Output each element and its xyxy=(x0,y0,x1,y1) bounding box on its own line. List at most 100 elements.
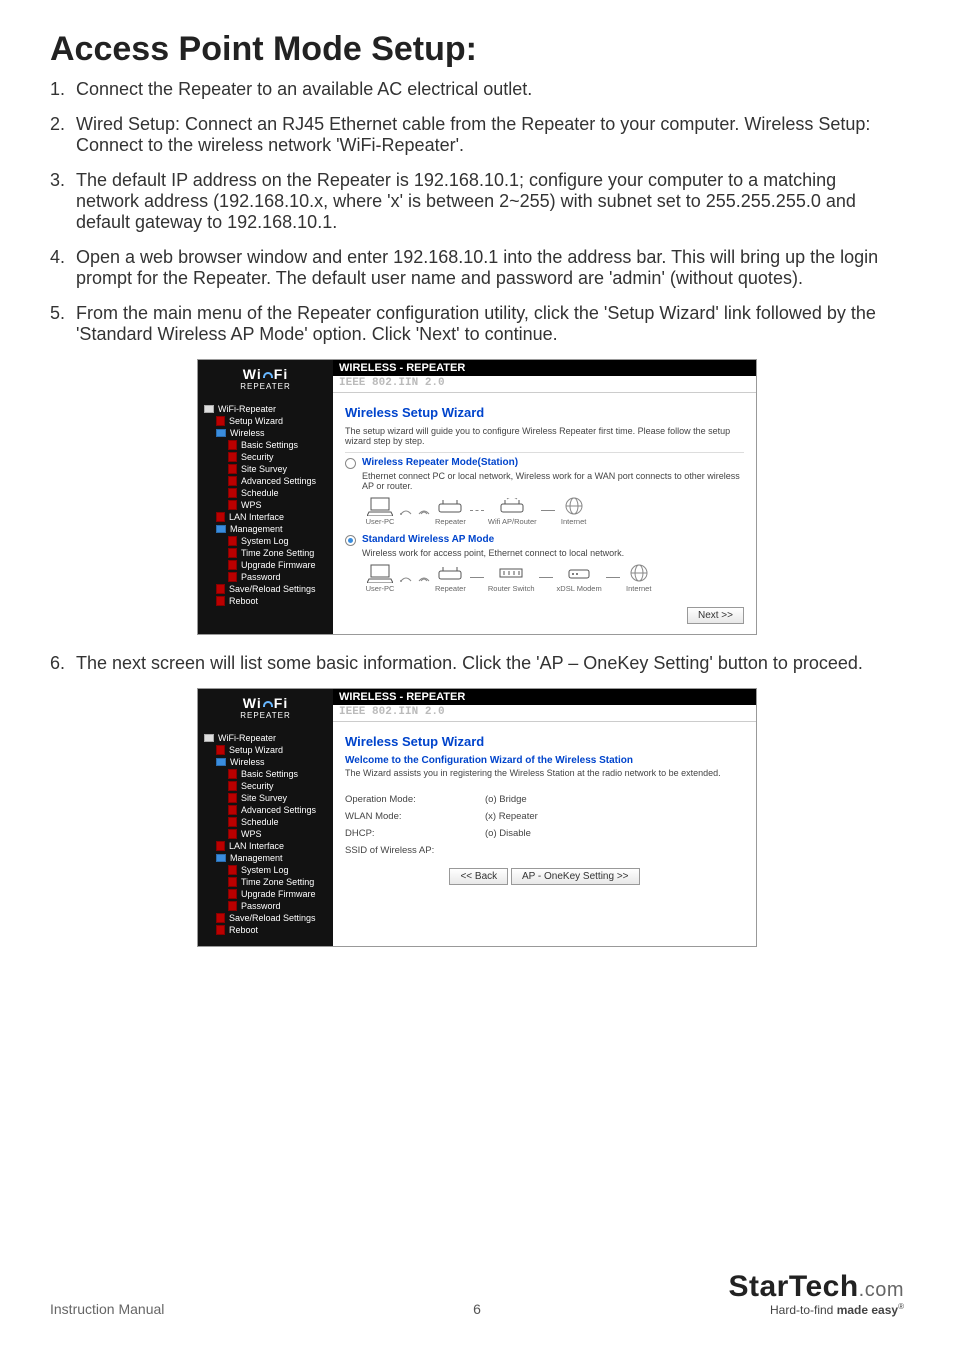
file-icon xyxy=(228,889,237,899)
nav-lan-interface[interactable]: LAN Interface xyxy=(202,840,329,852)
page-number: 6 xyxy=(473,1301,481,1317)
nav-management[interactable]: Management xyxy=(202,523,329,535)
folder-icon xyxy=(216,854,226,862)
file-icon xyxy=(228,901,237,911)
opt1-desc: Ethernet connect PC or local network, Wi… xyxy=(345,471,744,491)
nav-setup-wizard[interactable]: Setup Wizard xyxy=(202,415,329,427)
file-icon xyxy=(216,416,225,426)
nav-lan-interface[interactable]: LAN Interface xyxy=(202,511,329,523)
wizard-title: Wireless Setup Wizard xyxy=(345,734,744,749)
switch-icon xyxy=(499,566,523,580)
nav-management[interactable]: Management xyxy=(202,852,329,864)
nav-setup-wizard[interactable]: Setup Wizard xyxy=(202,744,329,756)
nav-site-survey[interactable]: Site Survey xyxy=(202,792,329,804)
nav-wireless[interactable]: Wireless xyxy=(202,427,329,439)
opt1-title: Wireless Repeater Mode(Station) xyxy=(362,457,518,468)
file-icon xyxy=(228,500,237,510)
nav-advanced-settings[interactable]: Advanced Settings xyxy=(202,475,329,487)
nav-wireless[interactable]: Wireless xyxy=(202,756,329,768)
nav-basic-settings[interactable]: Basic Settings xyxy=(202,439,329,451)
nav-reboot[interactable]: Reboot xyxy=(202,595,329,607)
nav-security[interactable]: Security xyxy=(202,780,329,792)
nav-reboot[interactable]: Reboot xyxy=(202,924,329,936)
file-icon xyxy=(228,464,237,474)
nav-schedule[interactable]: Schedule xyxy=(202,487,329,499)
wifi-waves-icon xyxy=(399,504,413,518)
router-header-sub: IEEE 802.IIN 2.0 xyxy=(333,376,756,393)
wizard-title: Wireless Setup Wizard xyxy=(345,405,744,420)
step-1: Connect the Repeater to an available AC … xyxy=(50,79,904,100)
option-repeater-mode[interactable]: Wireless Repeater Mode(Station) Ethernet… xyxy=(345,457,744,526)
nav-time-zone[interactable]: Time Zone Setting xyxy=(202,547,329,559)
nav-root[interactable]: WiFi-Repeater xyxy=(202,403,329,415)
file-icon xyxy=(228,488,237,498)
nav-site-survey[interactable]: Site Survey xyxy=(202,463,329,475)
router-header-title: WIRELESS - REPEATER xyxy=(333,689,756,705)
file-icon xyxy=(228,793,237,803)
nav-password[interactable]: Password xyxy=(202,571,329,583)
file-icon xyxy=(228,452,237,462)
step-4: Open a web browser window and enter 192.… xyxy=(50,247,904,289)
router-nav: WiFi-Repeater Setup Wizard Wireless Basi… xyxy=(198,726,333,946)
brand-logo: StarTech.com Hard-to-find made easy® xyxy=(729,1270,905,1317)
screenshot-setup-wizard-info: WiFi REPEATER WIRELESS - REPEATER IEEE 8… xyxy=(197,688,757,947)
nav-password[interactable]: Password xyxy=(202,900,329,912)
ap-onekey-button[interactable]: AP - OneKey Setting >> xyxy=(511,868,640,885)
radio-unchecked-icon[interactable] xyxy=(345,458,356,469)
file-icon xyxy=(228,865,237,875)
nav-system-log[interactable]: System Log xyxy=(202,535,329,547)
router-icon xyxy=(499,498,525,514)
diagram-ap: User-PC Repeater Router Switch xDSL Mode… xyxy=(345,562,744,593)
nav-wps[interactable]: WPS xyxy=(202,828,329,840)
folder-icon xyxy=(216,758,226,766)
nav-wps[interactable]: WPS xyxy=(202,499,329,511)
router-nav: WiFi-Repeater Setup Wizard Wireless Basi… xyxy=(198,397,333,634)
file-icon xyxy=(228,536,237,546)
nav-upgrade-firmware[interactable]: Upgrade Firmware xyxy=(202,559,329,571)
nav-system-log[interactable]: System Log xyxy=(202,864,329,876)
wizard-desc: The Wizard assists you in registering th… xyxy=(345,768,744,778)
file-icon xyxy=(216,512,225,522)
root-icon xyxy=(204,405,214,413)
nav-upgrade-firmware[interactable]: Upgrade Firmware xyxy=(202,888,329,900)
file-icon xyxy=(216,596,225,606)
file-icon xyxy=(216,745,225,755)
repeater-icon xyxy=(437,498,463,514)
nav-basic-settings[interactable]: Basic Settings xyxy=(202,768,329,780)
file-icon xyxy=(228,829,237,839)
wifi-waves-icon xyxy=(417,504,431,518)
router-logo: WiFi REPEATER xyxy=(198,360,333,397)
wifi-arc-icon xyxy=(263,701,273,707)
opt2-title: Standard Wireless AP Mode xyxy=(362,534,494,545)
file-icon xyxy=(216,841,225,851)
logo-subtext: REPEATER xyxy=(240,382,291,391)
nav-save-reload[interactable]: Save/Reload Settings xyxy=(202,912,329,924)
radio-checked-icon[interactable] xyxy=(345,535,356,546)
file-icon xyxy=(228,781,237,791)
laptop-icon xyxy=(367,563,393,583)
file-icon xyxy=(216,925,225,935)
page-footer: Instruction Manual 6 StarTech.com Hard-t… xyxy=(50,1270,904,1317)
step-6: The next screen will list some basic inf… xyxy=(50,653,904,674)
next-button[interactable]: Next >> xyxy=(687,607,744,624)
nav-advanced-settings[interactable]: Advanced Settings xyxy=(202,804,329,816)
nav-schedule[interactable]: Schedule xyxy=(202,816,329,828)
file-icon xyxy=(228,476,237,486)
logo-subtext: REPEATER xyxy=(240,711,291,720)
wifi-arc-icon xyxy=(263,372,273,378)
page-heading: Access Point Mode Setup: xyxy=(50,30,904,69)
steps-list: Connect the Repeater to an available AC … xyxy=(50,79,904,947)
file-icon xyxy=(228,560,237,570)
file-icon xyxy=(228,805,237,815)
laptop-icon xyxy=(367,496,393,516)
step-3: The default IP address on the Repeater i… xyxy=(50,170,904,233)
step-2: Wired Setup: Connect an RJ45 Ethernet ca… xyxy=(50,114,904,156)
nav-root[interactable]: WiFi-Repeater xyxy=(202,732,329,744)
nav-security[interactable]: Security xyxy=(202,451,329,463)
back-button[interactable]: << Back xyxy=(449,868,508,885)
file-icon xyxy=(228,548,237,558)
row-operation-mode: Operation Mode:(o) Bridge xyxy=(345,794,744,805)
option-ap-mode[interactable]: Standard Wireless AP Mode Wireless work … xyxy=(345,534,744,593)
nav-save-reload[interactable]: Save/Reload Settings xyxy=(202,583,329,595)
nav-time-zone[interactable]: Time Zone Setting xyxy=(202,876,329,888)
